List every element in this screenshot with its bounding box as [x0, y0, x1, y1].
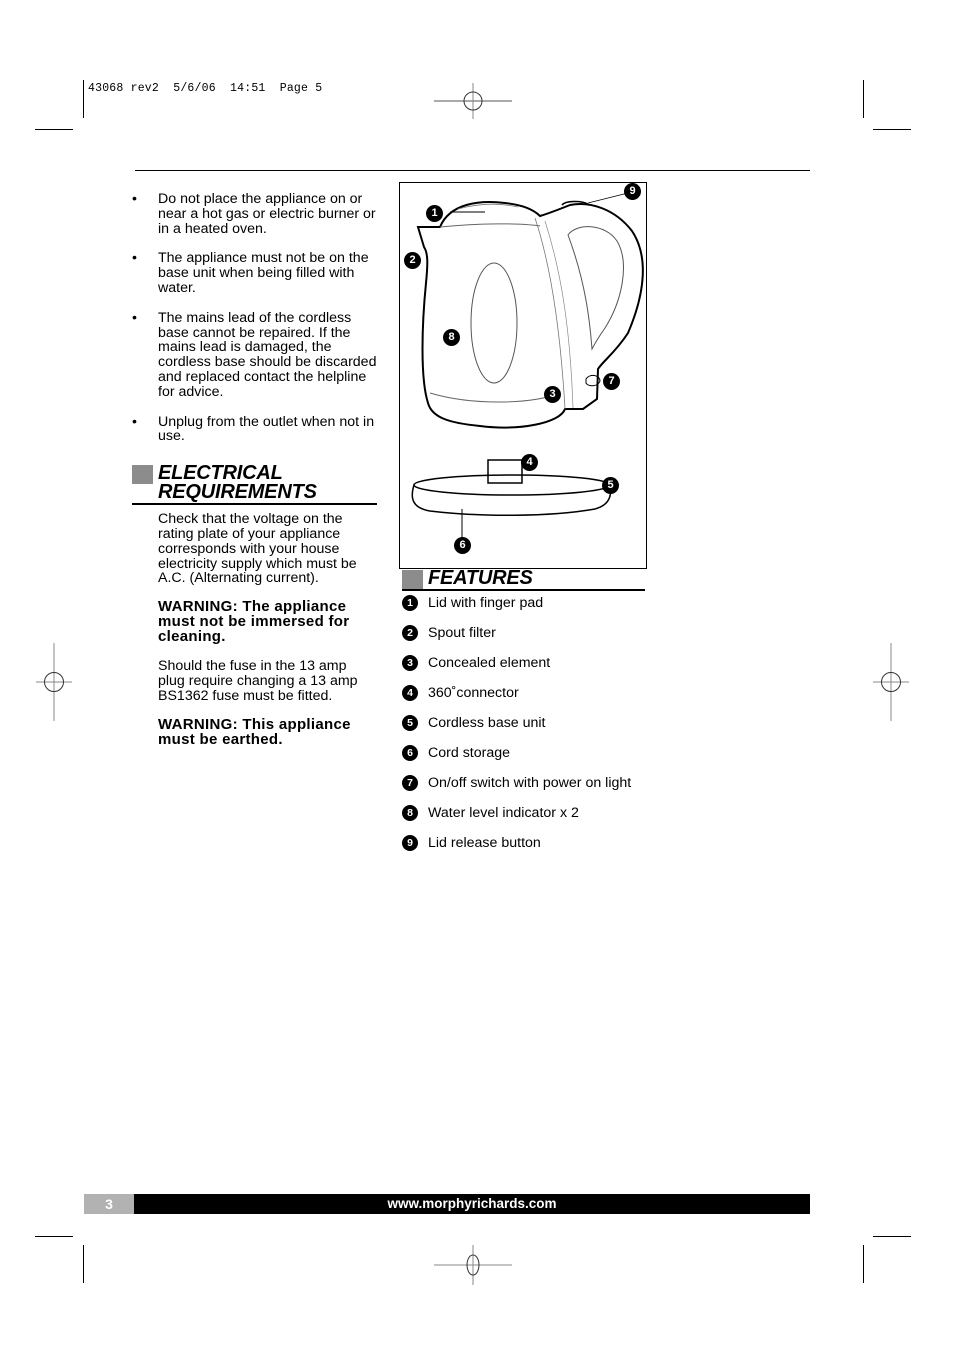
callout-marker-9: 9 — [624, 183, 641, 200]
feature-item: 3 Concealed element — [402, 655, 645, 685]
immersion-warning: WARNING: The appliance must not be immer… — [158, 598, 350, 646]
crop-mark — [35, 129, 73, 130]
callout-marker-1: 1 — [426, 205, 443, 222]
bullet-icon: • — [132, 413, 137, 430]
feature-item: 9 Lid release button — [402, 835, 645, 865]
electrical-requirements-heading: ELECTRICAL REQUIREMENTS — [132, 463, 377, 506]
safety-column: • Do not place the appliance on or near … — [132, 192, 377, 747]
safety-bullet: • The mains lead of the cordless base ca… — [132, 309, 377, 400]
callout-marker-8: 8 — [443, 329, 460, 346]
feature-item: 6 Cord storage — [402, 745, 645, 775]
section-marker-icon — [132, 465, 153, 485]
fuse-paragraph: Should the fuse in the 13 amp plug requi… — [158, 658, 358, 704]
callout-marker-3: 3 — [544, 386, 561, 403]
feature-item: 5 Cordless base unit — [402, 715, 645, 745]
crop-mark — [83, 80, 84, 118]
number-badge-icon: 6 — [402, 745, 418, 761]
registration-mark-icon — [873, 643, 909, 721]
features-section: FEATURES 1 Lid with finger pad 2 Spout f… — [402, 568, 645, 865]
feature-item: 4 360˚connector — [402, 685, 645, 715]
number-badge-icon: 8 — [402, 805, 418, 821]
header-rule — [135, 170, 810, 171]
number-badge-icon: 1 — [402, 595, 418, 611]
website-link[interactable]: www.morphyrichards.com — [134, 1194, 810, 1214]
callout-marker-5: 5 — [602, 477, 619, 494]
number-badge-icon: 3 — [402, 655, 418, 671]
section-marker-icon — [402, 570, 423, 589]
number-badge-icon: 7 — [402, 775, 418, 791]
print-slug: 43068 rev2 5/6/06 14:51 Page 5 — [88, 82, 323, 95]
number-badge-icon: 5 — [402, 715, 418, 731]
earthing-warning: WARNING: This appliance must be earthed. — [158, 715, 351, 748]
crop-mark — [863, 80, 864, 118]
callout-marker-2: 2 — [404, 252, 421, 269]
feature-item: 8 Water level indicator x 2 — [402, 805, 645, 835]
registration-mark-icon — [36, 643, 72, 721]
safety-bullet: • The appliance must not be on the base … — [132, 250, 369, 296]
features-heading: FEATURES — [402, 568, 645, 591]
number-badge-icon: 2 — [402, 625, 418, 641]
number-badge-icon: 4 — [402, 685, 418, 701]
bullet-icon: • — [132, 191, 137, 207]
registration-mark-icon — [434, 1245, 512, 1285]
safety-bullet: • Do not place the appliance on or near … — [132, 191, 376, 237]
crop-mark — [873, 1236, 911, 1237]
crop-mark — [83, 1245, 84, 1283]
callout-marker-7: 7 — [603, 373, 620, 390]
page-number: 3 — [84, 1194, 134, 1214]
features-list: 1 Lid with finger pad 2 Spout filter 3 C… — [402, 595, 645, 865]
callout-marker-6: 6 — [454, 537, 471, 554]
crop-mark — [863, 1245, 864, 1283]
registration-mark-icon — [434, 83, 512, 119]
bullet-icon: • — [132, 250, 137, 267]
feature-item: 1 Lid with finger pad — [402, 595, 645, 625]
bullet-icon: • — [132, 309, 137, 326]
safety-bullet: • Unplug from the outlet when not in use… — [132, 413, 375, 445]
feature-item: 7 On/off switch with power on light — [402, 775, 645, 805]
crop-mark — [35, 1236, 73, 1237]
crop-mark — [873, 129, 911, 130]
voltage-paragraph: Check that the voltage on the rating pla… — [158, 511, 357, 587]
number-badge-icon: 9 — [402, 835, 418, 851]
kettle-diagram: 1 2 3 4 5 6 7 8 9 — [399, 182, 647, 569]
callout-marker-4: 4 — [521, 454, 538, 471]
feature-item: 2 Spout filter — [402, 625, 645, 655]
